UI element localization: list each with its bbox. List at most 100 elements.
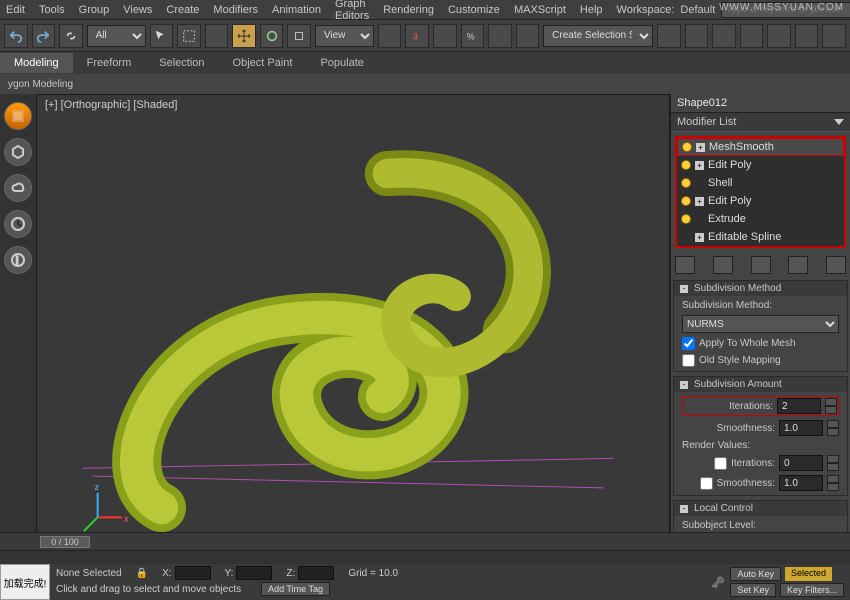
key-filters-button[interactable]: Key Filters... (780, 583, 844, 597)
tab-populate[interactable]: Populate (306, 53, 377, 73)
stack-item-editpoly[interactable]: +Edit Poly (677, 156, 844, 174)
smoothness-spinner[interactable]: Smoothness: (682, 420, 839, 436)
smoothness-input[interactable] (779, 420, 823, 436)
apply-to-whole-mesh-checkbox[interactable]: Apply To Whole Mesh (682, 337, 839, 350)
menu-edit[interactable]: Edit (6, 4, 25, 16)
menu-customize[interactable]: Customize (448, 4, 500, 16)
object-name-field[interactable]: Shape012 (671, 94, 850, 112)
menu-create[interactable]: Create (166, 4, 199, 16)
make-unique-button[interactable] (751, 256, 771, 274)
stack-item-editpoly2[interactable]: +Edit Poly (677, 192, 844, 210)
coord-x-input[interactable] (175, 566, 211, 580)
spinner-up-icon[interactable] (827, 420, 839, 428)
subdivision-method-select[interactable]: NURMS (682, 315, 839, 333)
render-iterations-checkbox[interactable] (714, 457, 727, 470)
auto-key-button[interactable]: Auto Key (730, 567, 781, 581)
bulb-icon[interactable] (681, 214, 691, 224)
render-iterations-spinner[interactable]: Iterations: (682, 455, 839, 471)
steering-wheel-icon[interactable] (4, 102, 32, 130)
menu-group[interactable]: Group (79, 4, 110, 16)
tab-selection[interactable]: Selection (145, 53, 218, 73)
render-iterations-input[interactable] (779, 455, 823, 471)
cloud-icon[interactable] (4, 174, 32, 202)
iterations-input[interactable] (777, 398, 821, 414)
undo-button[interactable] (4, 24, 28, 48)
lock-icon[interactable]: 🔒 (136, 568, 148, 579)
coord-y-input[interactable] (236, 566, 272, 580)
rollout-header[interactable]: -Local Control (674, 501, 847, 516)
expand-icon[interactable]: + (696, 143, 705, 152)
select-window-button[interactable] (205, 24, 229, 48)
expand-icon[interactable]: + (695, 197, 704, 206)
add-time-tag-button[interactable]: Add Time Tag (261, 582, 330, 596)
menu-maxscript[interactable]: MAXScript (514, 4, 566, 16)
pin-stack-button[interactable] (675, 256, 695, 274)
menu-tools[interactable]: Tools (39, 4, 65, 16)
spinner-snap-button[interactable] (488, 24, 512, 48)
bulb-icon[interactable] (682, 142, 692, 152)
pivot-button[interactable] (378, 24, 402, 48)
render-button[interactable] (822, 24, 846, 48)
redo-button[interactable] (32, 24, 56, 48)
align-button[interactable] (685, 24, 709, 48)
bulb-icon[interactable] (681, 178, 691, 188)
refcoord-dropdown[interactable]: View (315, 25, 374, 47)
render-smoothness-spinner[interactable]: Smoothness: (682, 475, 839, 491)
bulb-icon[interactable] (681, 160, 691, 170)
stack-item-shell[interactable]: Shell (677, 174, 844, 192)
show-end-result-button[interactable] (713, 256, 733, 274)
stack-item-meshsmooth[interactable]: +MeshSmooth (677, 138, 844, 156)
modifier-list-dropdown[interactable]: Modifier List (671, 112, 850, 132)
spinner-up-icon[interactable] (825, 398, 837, 406)
selected-filter[interactable]: Selected (785, 567, 832, 581)
menu-views[interactable]: Views (123, 4, 152, 16)
render-smoothness-checkbox[interactable] (700, 477, 713, 490)
select-button[interactable] (150, 24, 174, 48)
viewcube-icon[interactable] (4, 138, 32, 166)
menu-help[interactable]: Help (580, 4, 603, 16)
material-editor-button[interactable] (767, 24, 791, 48)
rotate-button[interactable] (260, 24, 284, 48)
link-button[interactable] (59, 24, 83, 48)
expand-icon[interactable]: + (695, 233, 704, 242)
viewport-label[interactable]: [+] [Orthographic] [Shaded] (45, 99, 177, 111)
menu-animation[interactable]: Animation (272, 4, 321, 16)
rollout-header[interactable]: -Subdivision Method (674, 281, 847, 296)
expand-icon[interactable]: + (695, 161, 704, 170)
scale-button[interactable] (287, 24, 311, 48)
coord-z-input[interactable] (298, 566, 334, 580)
key-icon[interactable]: 🗝 (710, 576, 724, 589)
time-ruler[interactable] (0, 550, 850, 564)
tab-modeling[interactable]: Modeling (0, 53, 73, 73)
curve-editor-button[interactable] (740, 24, 764, 48)
snap-button[interactable]: 3 (405, 24, 429, 48)
percent-snap-button[interactable]: % (461, 24, 485, 48)
render-smoothness-input[interactable] (779, 475, 823, 491)
stack-item-editablespline[interactable]: +Editable Spline (677, 228, 844, 246)
configure-sets-button[interactable] (826, 256, 846, 274)
iterations-spinner[interactable]: Iterations: (682, 396, 839, 416)
remove-modifier-button[interactable] (788, 256, 808, 274)
viewport[interactable]: [+] [Orthographic] [Shaded] x z y (36, 94, 670, 538)
stack-item-extrude[interactable]: Extrude (677, 210, 844, 228)
spinner-down-icon[interactable] (825, 406, 837, 414)
bulb-icon[interactable] (681, 196, 691, 206)
named-sel-button[interactable] (516, 24, 540, 48)
old-style-mapping-checkbox[interactable]: Old Style Mapping (682, 354, 839, 367)
menu-grapheditors[interactable]: Graph Editors (335, 0, 369, 22)
menu-rendering[interactable]: Rendering (383, 4, 434, 16)
layers-button[interactable] (712, 24, 736, 48)
spinner-down-icon[interactable] (827, 428, 839, 436)
named-selection-dropdown[interactable]: Create Selection Se (543, 25, 653, 47)
time-slider[interactable]: 0 / 100 (0, 532, 850, 550)
time-cursor[interactable]: 0 / 100 (40, 536, 90, 548)
set-key-button[interactable]: Set Key (730, 583, 776, 597)
tab-objectpaint[interactable]: Object Paint (219, 53, 307, 73)
filter-dropdown[interactable]: All (87, 25, 146, 47)
angle-snap-button[interactable] (433, 24, 457, 48)
tab-freeform[interactable]: Freeform (73, 53, 146, 73)
history-icon[interactable] (4, 210, 32, 238)
info-icon[interactable]: i (4, 246, 32, 274)
move-button[interactable] (232, 24, 256, 48)
render-setup-button[interactable] (795, 24, 819, 48)
